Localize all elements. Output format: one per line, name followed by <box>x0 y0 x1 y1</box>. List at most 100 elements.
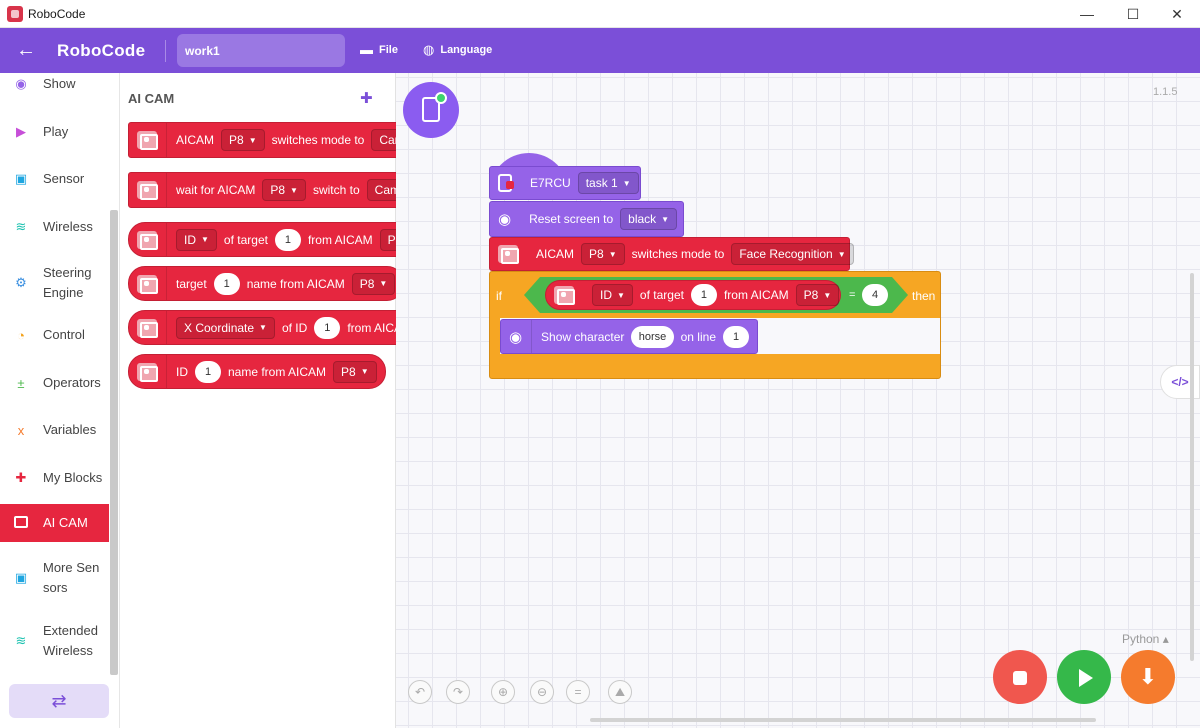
extensions-button[interactable]: ⇄ <box>9 684 109 718</box>
minimize-button[interactable]: — <box>1064 0 1110 28</box>
sidebar-item-steering-engine[interactable]: ⚙ Steering Engine <box>0 260 109 306</box>
text-input[interactable]: horse <box>631 325 674 348</box>
eye-icon: ◉ <box>15 76 27 91</box>
language-menu[interactable]: ◍ Language <box>423 42 492 58</box>
block-switch-mode[interactable]: AICAM P8 ▼ switches mode to Face Recognit… <box>489 237 854 271</box>
ai-cam-icon <box>13 515 29 531</box>
sidebar-item-control[interactable]: ◔ Control <box>0 320 109 350</box>
port-dropdown[interactable]: P8▼ <box>262 179 306 201</box>
control-icon: ◔ <box>17 327 25 343</box>
undo-icon[interactable]: ↶ <box>408 680 432 704</box>
condition-id-of-target[interactable]: ID ▼ of target 1 from AICAM P8 ▼ <box>545 280 841 310</box>
run-button[interactable] <box>1057 650 1111 704</box>
number-input[interactable]: 1 <box>274 228 301 251</box>
play-icon <box>1079 669 1093 688</box>
download-button[interactable]: ⬇ <box>1121 650 1175 704</box>
device-selector[interactable] <box>403 82 459 138</box>
redo-icon[interactable]: ↷ <box>446 680 470 704</box>
block-text: E7RCU <box>530 176 571 190</box>
python-toggle[interactable]: Python ▴ <box>1122 632 1169 646</box>
file-menu-label: File <box>379 43 398 56</box>
workspace-horizontal-scrollbar[interactable] <box>590 718 1096 722</box>
stop-icon <box>1013 671 1027 686</box>
line-number-input[interactable]: 1 <box>723 325 749 348</box>
back-arrow-icon[interactable]: ← <box>16 39 38 61</box>
sidebar-item-extended-wireless[interactable]: ≋ Extended Wireless <box>0 618 109 664</box>
stop-button[interactable] <box>993 650 1047 704</box>
project-name-input[interactable] <box>177 34 345 67</box>
sidebar-item-sensor[interactable]: ▣ Sensor <box>0 164 109 194</box>
port-dropdown[interactable]: P8▼ <box>581 243 625 265</box>
port-dropdown[interactable]: P8▼ <box>351 272 396 295</box>
code-view-toggle[interactable]: </> <box>1160 365 1200 399</box>
port-dropdown[interactable]: P8▼ <box>333 360 377 383</box>
number-input[interactable]: 1 <box>314 316 341 339</box>
maximize-button[interactable]: ☐ <box>1110 0 1156 28</box>
hat-block-e7rcu[interactable]: E7RCU task 1 ▼ <box>489 166 641 200</box>
download-icon: ⬇ <box>1138 664 1158 689</box>
ai-cam-icon <box>137 362 158 382</box>
number-input[interactable]: 1 <box>213 272 240 295</box>
sidebar-item-label: Sensor <box>43 171 85 186</box>
color-dropdown[interactable]: black ▼ <box>620 208 678 230</box>
ai-cam-icon <box>137 181 158 200</box>
flyout-block-target-name[interactable]: target 1 name from AICAM P8 ▼ <box>128 266 405 301</box>
block-show-character[interactable]: ◉ Show character horse on line 1 <box>500 319 758 354</box>
attribute-dropdown[interactable]: ID ▼ <box>592 284 633 306</box>
compare-value-input[interactable]: 4 <box>862 284 888 306</box>
ai-cam-icon <box>137 274 158 294</box>
sidebar-item-ai-cam[interactable]: AI CAM <box>0 504 109 542</box>
ai-cam-icon <box>554 286 575 305</box>
block-text: name from AICAM <box>228 364 327 379</box>
sidebar-item-play[interactable]: ▶ Play <box>0 117 109 147</box>
wifi-icon: ≋ <box>15 219 27 234</box>
zoom-out-icon[interactable]: ⊖ <box>530 680 554 704</box>
sidebar-item-label: AI CAM <box>43 515 88 530</box>
sidebar-item-show[interactable]: ◉ Show <box>0 69 109 99</box>
sidebar-item-my-blocks[interactable]: ✚ My Blocks <box>0 463 109 493</box>
sidebar-item-more-sen-sors[interactable]: ▣ More Sen sors <box>0 555 109 601</box>
window-titlebar: RoboCode — ☐ ✕ <box>0 0 1200 28</box>
port-dropdown[interactable]: P8▼ <box>795 284 840 306</box>
number-input[interactable]: 1 <box>690 284 717 306</box>
sidebar-scrollbar[interactable] <box>110 210 118 675</box>
sidebar-item-label: Play <box>43 124 69 139</box>
workspace-vertical-scrollbar[interactable] <box>1190 273 1194 661</box>
close-window-button[interactable]: ✕ <box>1154 0 1200 28</box>
block-reset-screen[interactable]: ◉ Reset screen to black ▼ <box>489 201 684 237</box>
extensions-icon: ⇄ <box>51 691 67 711</box>
cleanup-icon[interactable]: ⛰ <box>608 680 632 704</box>
port-dropdown[interactable]: P8▼ <box>221 129 265 151</box>
number-input[interactable]: 1 <box>195 360 221 383</box>
attribute-dropdown[interactable]: ID ▼ <box>176 228 217 251</box>
sidebar-item-wireless[interactable]: ≋ Wireless <box>0 212 109 242</box>
flyout-block-id-of-target[interactable]: ID▼ of target 1 from AICAM P8▼ <box>128 222 433 257</box>
play-icon: ▶ <box>16 124 26 139</box>
zoom-in-icon[interactable]: ⊕ <box>491 680 515 704</box>
block-text: AICAM <box>176 133 215 147</box>
steering-icon: ⚙ <box>15 275 27 290</box>
sidebar-item-variables[interactable]: x Variables <box>0 415 109 445</box>
block-text: AICAM <box>536 247 575 261</box>
block-text: wait for AICAM <box>176 183 256 197</box>
equals-sign: = <box>849 289 856 301</box>
mode-dropdown[interactable]: Face Recognition ▼ <box>731 243 854 265</box>
attribute-dropdown[interactable]: X Coordinate ▼ <box>176 316 275 339</box>
if-label: if <box>496 289 502 303</box>
category-sidebar: ◉ Show ▶ Play ▣ Sensor ≋ Wireless ⚙ Steering Engi… <box>0 73 120 728</box>
file-menu[interactable]: ▬ File <box>360 42 398 57</box>
block-text: of target <box>639 288 684 302</box>
block-text: Show character <box>541 329 625 344</box>
device-icon <box>498 174 514 192</box>
sidebar-item-label: Variables <box>43 422 97 437</box>
reset-zoom-icon[interactable]: = <box>566 680 590 704</box>
sidebar-item-operators[interactable]: ± Operators <box>0 368 109 398</box>
folder-icon: ▬ <box>360 42 373 57</box>
app-logo-icon <box>7 6 23 22</box>
flyout-block-id-name[interactable]: ID 1 name from AICAM P8 ▼ <box>128 354 386 389</box>
block-text: switches mode to <box>631 247 725 261</box>
pin-icon[interactable]: ✚ <box>360 89 373 107</box>
globe-icon: ◍ <box>423 42 435 57</box>
sensor-icon: ▣ <box>14 171 28 186</box>
task-dropdown[interactable]: task 1 ▼ <box>577 172 639 194</box>
